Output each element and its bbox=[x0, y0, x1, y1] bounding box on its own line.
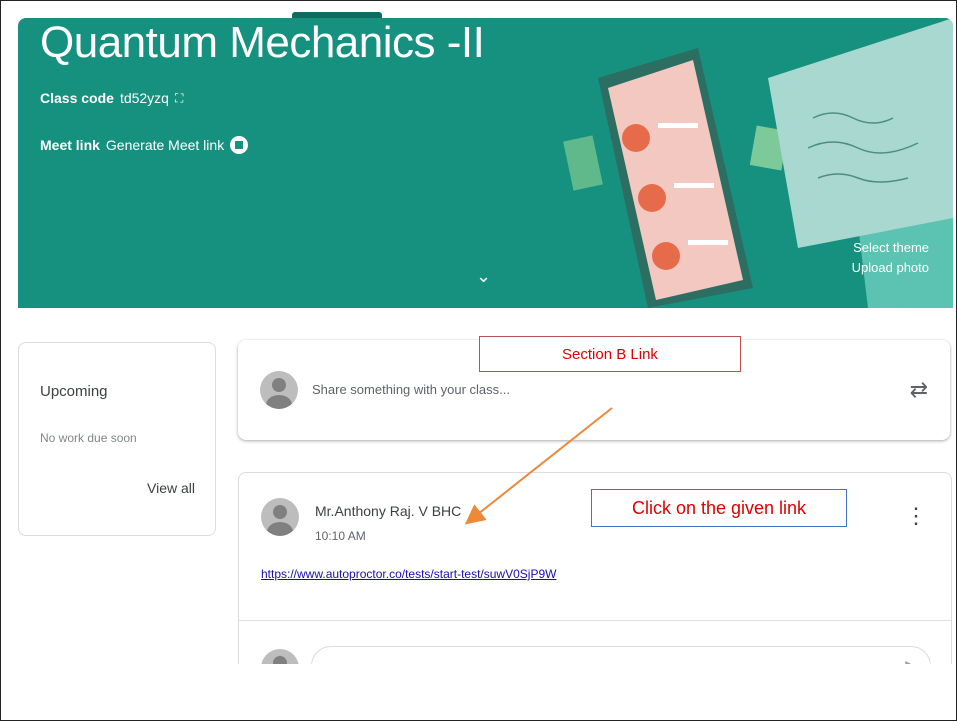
class-banner: Quantum Mechanics -II Class code td52yzq… bbox=[18, 18, 953, 308]
upcoming-title: Upcoming bbox=[40, 383, 108, 400]
class-title: Quantum Mechanics -II bbox=[40, 18, 485, 67]
post-link[interactable]: https://www.autoproctor.co/tests/start-t… bbox=[261, 567, 556, 581]
class-code-value: td52yzq bbox=[119, 90, 169, 106]
theme-links: Select theme Upload photo bbox=[852, 238, 929, 278]
copy-code-icon[interactable]: ⛶ bbox=[175, 91, 183, 106]
share-placeholder[interactable]: Share something with your class... bbox=[312, 382, 510, 397]
page-bottom bbox=[18, 664, 953, 719]
upcoming-empty-text: No work due soon bbox=[40, 431, 137, 445]
meet-link-row: Meet link Generate Meet link bbox=[40, 136, 249, 154]
post-time: 10:10 AM bbox=[315, 529, 366, 543]
view-all-button[interactable]: View all bbox=[147, 480, 195, 496]
avatar-icon bbox=[261, 498, 299, 536]
chevron-down-icon[interactable]: ⌄ bbox=[476, 266, 491, 287]
meet-link-label: Meet link bbox=[40, 137, 100, 153]
upload-photo-link[interactable]: Upload photo bbox=[852, 258, 929, 278]
class-code-row: Class code td52yzq ⛶ bbox=[40, 90, 183, 106]
avatar-icon bbox=[260, 371, 298, 409]
more-vert-icon[interactable]: ⋮ bbox=[905, 505, 927, 527]
divider bbox=[239, 620, 951, 621]
class-code-label: Class code bbox=[40, 90, 114, 106]
section-b-callout: Section B Link bbox=[479, 336, 741, 372]
upcoming-panel: Upcoming No work due soon View all bbox=[18, 342, 216, 536]
repost-icon[interactable]: ⇄ bbox=[910, 377, 928, 403]
meet-icon[interactable] bbox=[230, 136, 249, 154]
post-author: Mr.Anthony Raj. V BHC bbox=[315, 503, 462, 519]
generate-meet-link[interactable]: Generate Meet link bbox=[106, 137, 224, 153]
click-link-callout: Click on the given link bbox=[591, 489, 847, 527]
select-theme-link[interactable]: Select theme bbox=[852, 238, 929, 258]
